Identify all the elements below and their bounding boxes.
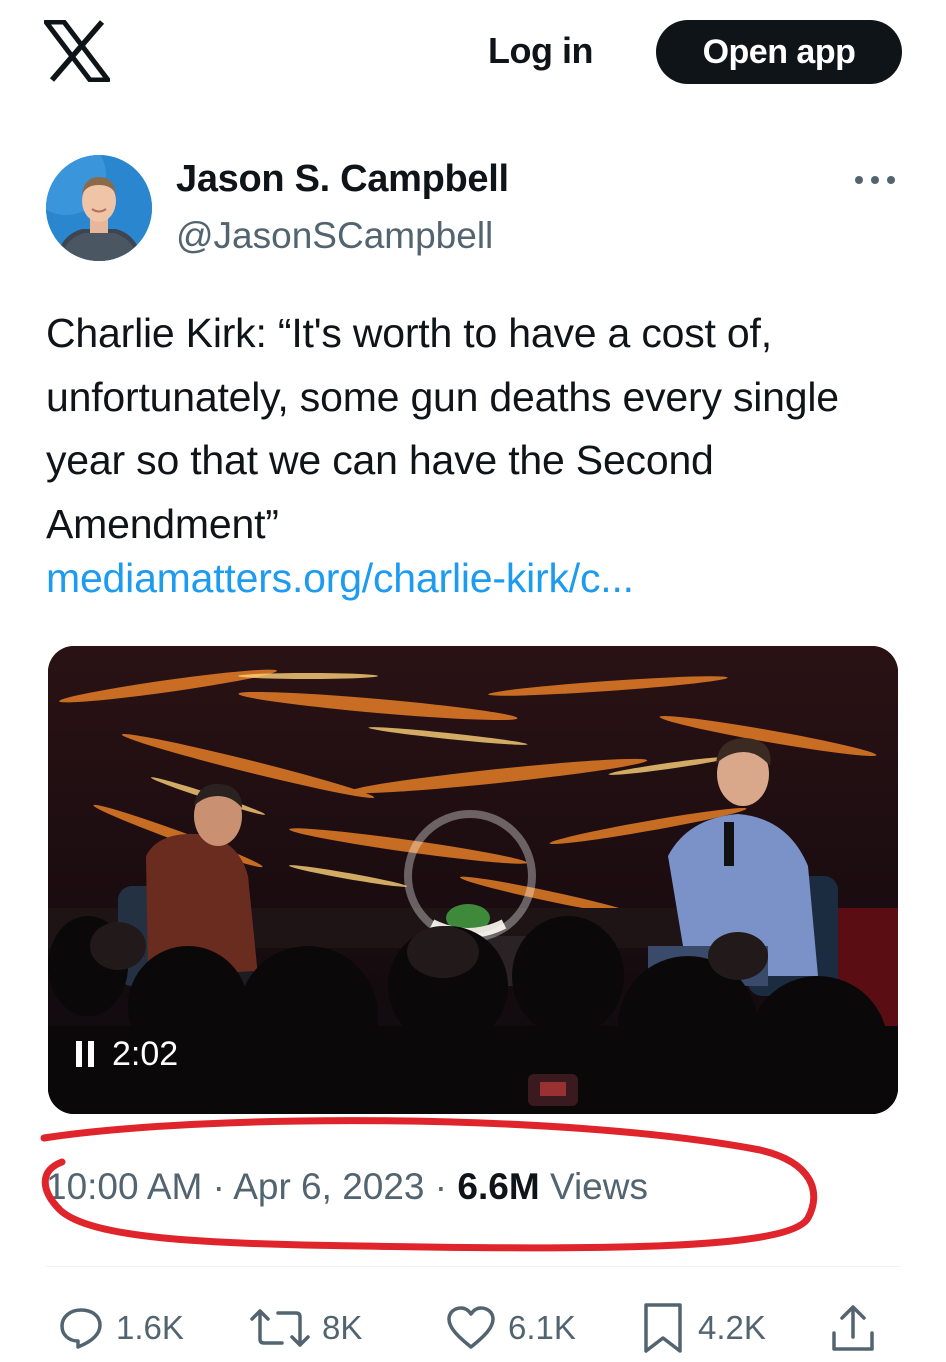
share-button[interactable] (830, 1300, 876, 1356)
divider (46, 1266, 900, 1267)
login-button[interactable]: Log in (488, 30, 593, 72)
like-button[interactable]: 6.1K (446, 1300, 576, 1356)
repost-count: 8K (322, 1309, 363, 1346)
tweet-time: 10:00 AM (46, 1166, 203, 1207)
meta-separator: · (212, 1166, 225, 1207)
heart-icon (447, 1306, 495, 1349)
like-count: 6.1K (508, 1309, 576, 1346)
repost-button[interactable]: 8K (250, 1300, 362, 1356)
reply-icon (60, 1308, 102, 1349)
meta-separator: · (434, 1166, 448, 1207)
more-options-icon[interactable] (852, 168, 898, 192)
views-count: 6.6M (457, 1166, 540, 1207)
bookmark-icon (644, 1303, 682, 1353)
reply-button[interactable]: 1.6K (58, 1300, 184, 1356)
video-player[interactable]: 2:02 (48, 646, 898, 1114)
author-handle[interactable]: @JasonSCampbell (176, 215, 493, 257)
tweet-date[interactable]: Apr 6, 2023 (233, 1166, 424, 1207)
tweet-link[interactable]: mediamatters.org/charlie-kirk/c... (46, 555, 634, 602)
pause-icon[interactable] (76, 1041, 94, 1067)
bookmark-count: 4.2K (698, 1309, 766, 1346)
video-time: 2:02 (76, 1024, 178, 1084)
open-app-button[interactable]: Open app (656, 20, 902, 84)
video-duration: 2:02 (112, 1034, 179, 1073)
reply-count: 1.6K (116, 1309, 184, 1346)
bookmark-button[interactable]: 4.2K (640, 1300, 766, 1356)
tweet-text: Charlie Kirk: “It's worth to have a cost… (46, 310, 839, 547)
repost-icon (250, 1309, 310, 1347)
avatar[interactable] (46, 155, 152, 261)
author-name[interactable]: Jason S. Campbell (176, 158, 509, 201)
x-logo-icon[interactable] (44, 20, 110, 82)
tweet-meta: 10:00 AM · Apr 6, 2023 · 6.6M Views (46, 1166, 648, 1208)
share-icon (832, 1305, 874, 1351)
views-label: Views (549, 1166, 648, 1207)
